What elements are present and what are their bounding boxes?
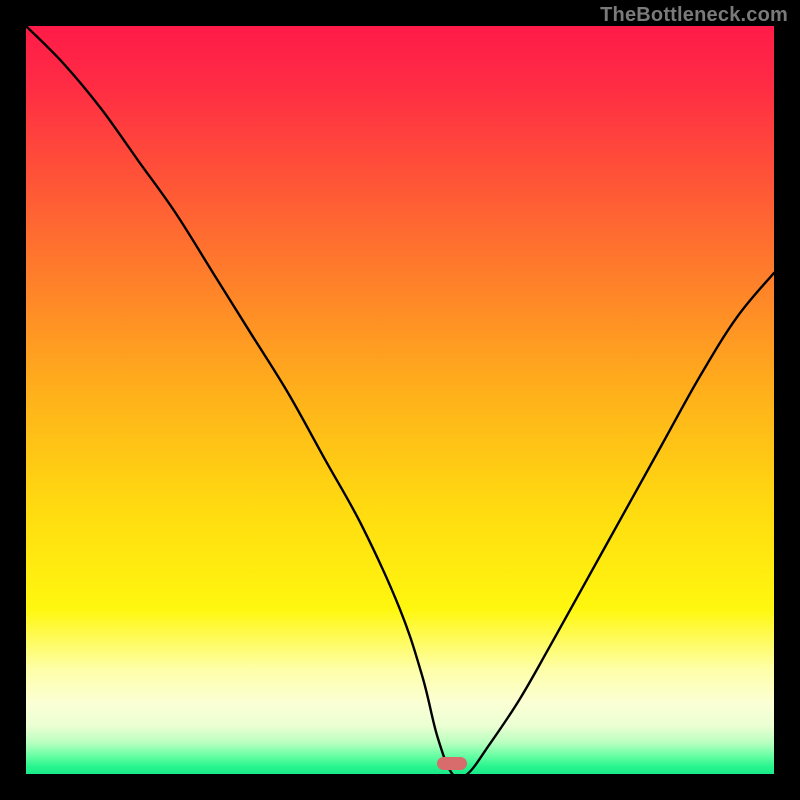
watermark-text: TheBottleneck.com bbox=[600, 4, 788, 27]
gradient-background bbox=[26, 26, 774, 774]
plot-area bbox=[26, 26, 774, 774]
bottleneck-chart-svg bbox=[26, 26, 774, 774]
minimum-marker bbox=[437, 757, 467, 770]
chart-frame: TheBottleneck.com bbox=[0, 0, 800, 800]
